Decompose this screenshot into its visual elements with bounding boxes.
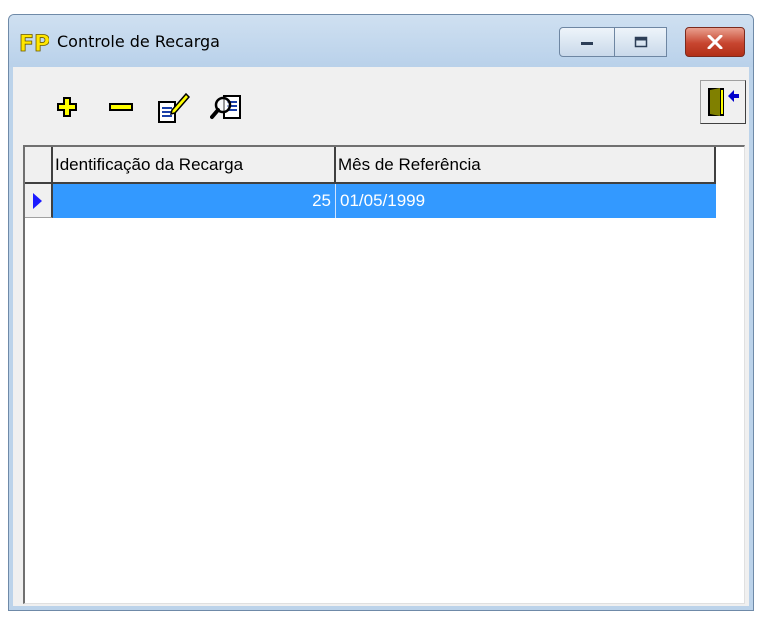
plus-icon (57, 97, 77, 117)
maximize-button[interactable] (615, 27, 667, 57)
close-icon (707, 35, 723, 49)
add-button[interactable] (49, 89, 85, 125)
toolbar (13, 67, 749, 145)
data-grid[interactable]: Identificação da Recarga Mês de Referênc… (23, 145, 745, 604)
svg-text:FP: FP (19, 32, 49, 55)
remove-button[interactable] (103, 89, 139, 125)
minimize-button[interactable] (559, 27, 615, 57)
row-indicator (25, 184, 53, 218)
maximize-icon (634, 36, 647, 48)
minus-icon (109, 103, 133, 111)
minimize-icon (581, 42, 593, 45)
header-indicator-cell (25, 147, 53, 184)
column-header-identificacao[interactable]: Identificação da Recarga (53, 147, 336, 184)
search-document-icon (210, 95, 241, 119)
cell-mes-referencia[interactable]: 01/05/1999 (336, 184, 716, 218)
exit-door-icon (708, 88, 739, 116)
close-button[interactable] (685, 27, 745, 57)
exit-button[interactable] (700, 80, 746, 124)
title-bar[interactable]: FP Controle de Recarga (9, 15, 753, 67)
row-pointer-icon (33, 193, 42, 209)
edit-document-icon (158, 92, 190, 123)
grid-header: Identificação da Recarga Mês de Referênc… (25, 147, 716, 184)
search-button[interactable] (209, 89, 245, 125)
client-area: Identificação da Recarga Mês de Referênc… (13, 67, 749, 606)
main-window: FP Controle de Recarga Identificação da … (8, 14, 754, 611)
fp-app-icon: FP (19, 32, 49, 55)
cell-identificacao[interactable]: 25 (53, 184, 336, 218)
edit-button[interactable] (155, 89, 191, 125)
column-header-mes-referencia[interactable]: Mês de Referência (336, 147, 716, 184)
table-row[interactable]: 25 01/05/1999 (25, 184, 716, 218)
window-title: Controle de Recarga (57, 32, 220, 51)
